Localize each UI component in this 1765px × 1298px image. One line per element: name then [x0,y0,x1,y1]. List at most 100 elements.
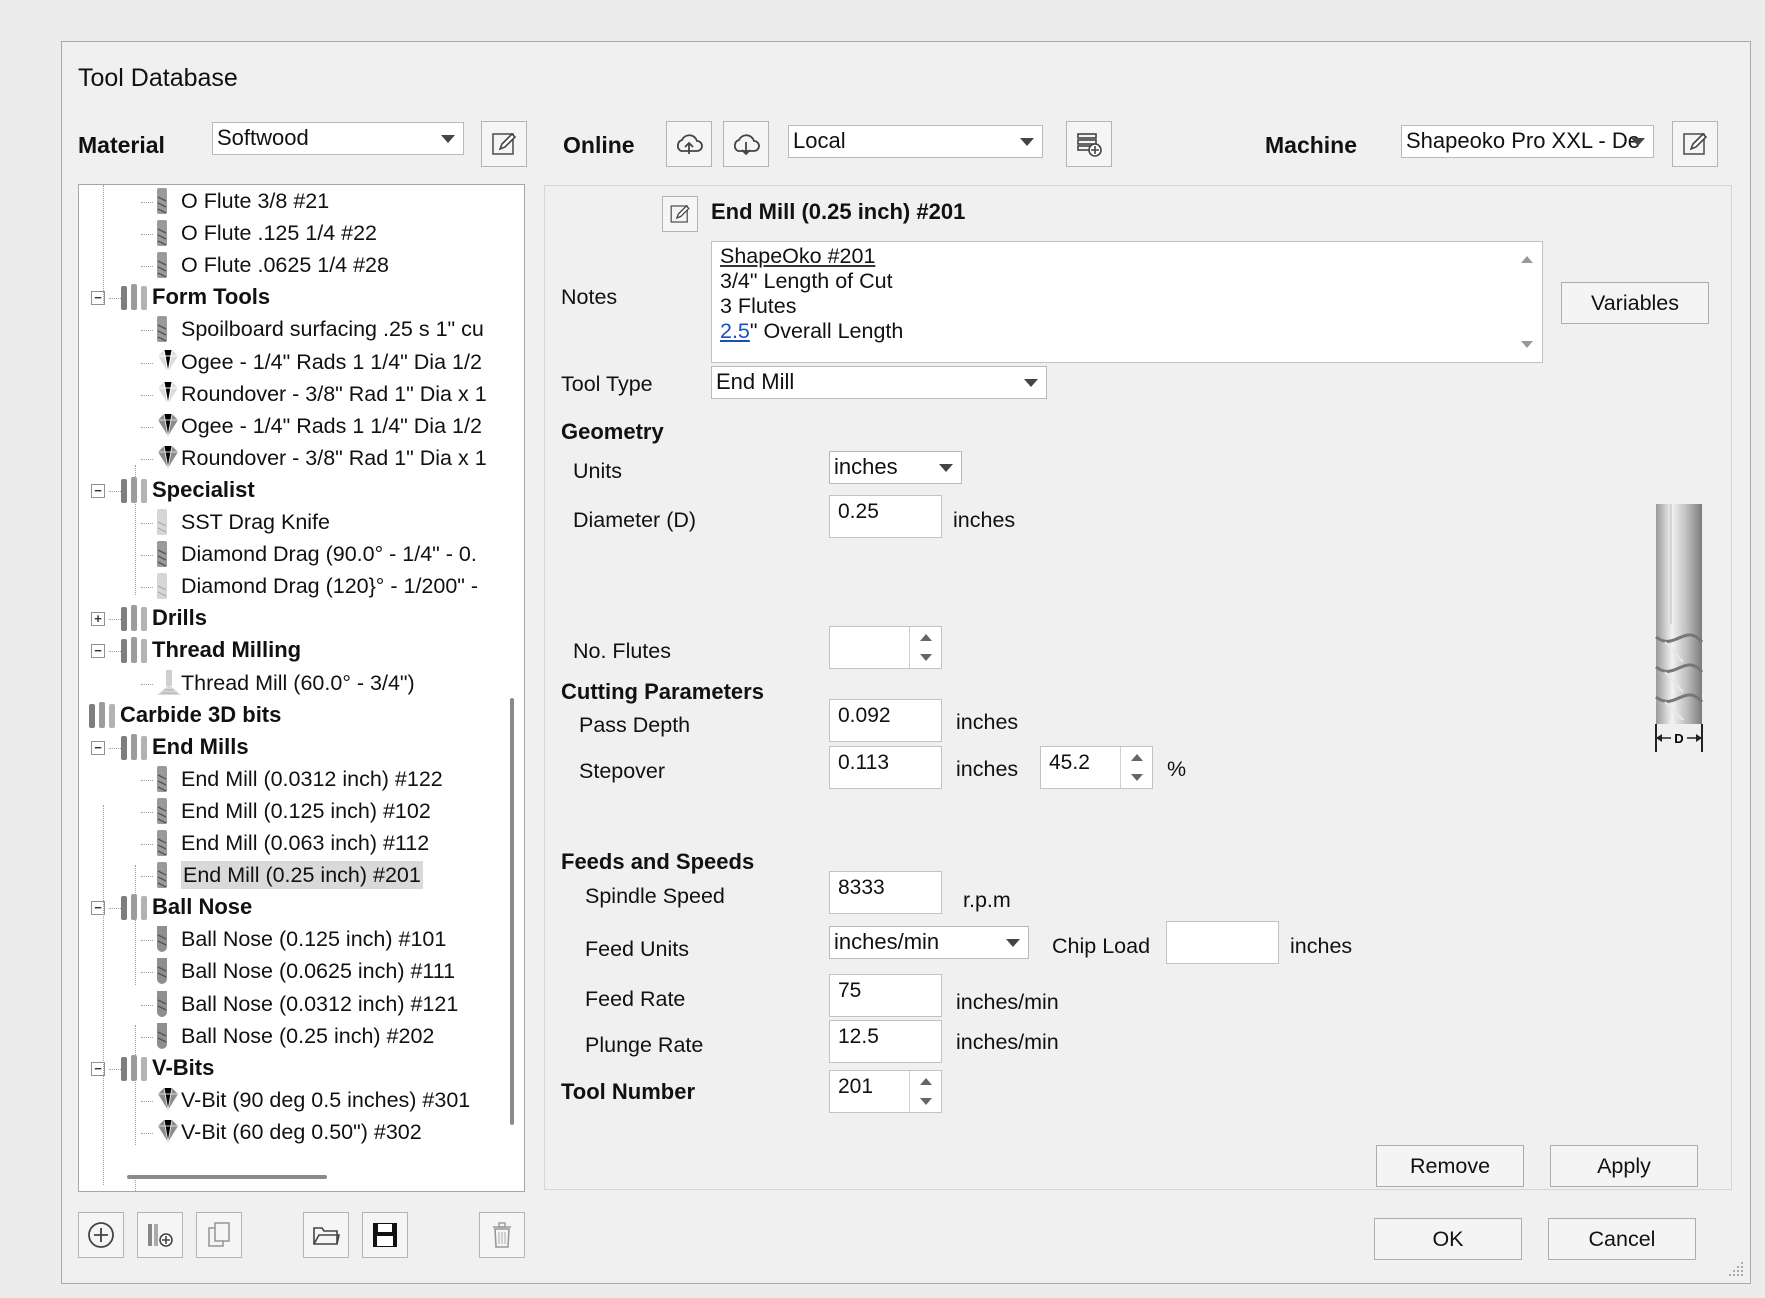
end-mill-icon [155,829,169,864]
copy-tool-button[interactable] [196,1212,242,1258]
remove-button[interactable]: Remove [1376,1145,1524,1187]
tree-item-label: V-Bit (60 deg 0.50") #302 [181,1119,422,1144]
delete-tool-button[interactable] [479,1212,525,1258]
tree-vertical-scrollbar[interactable] [510,698,514,1125]
tree-connector [141,555,153,557]
feeds-speeds-heading: Feeds and Speeds [561,849,755,874]
units-value: inches [834,454,898,479]
ball-nose-icon [155,957,169,992]
cloud-download-button[interactable] [723,121,769,167]
edit-tool-button[interactable] [662,196,698,232]
plunge-rate-label: Plunge Rate [585,1033,704,1057]
collapse-icon[interactable]: − [91,740,105,755]
add-tool-group-button[interactable] [137,1212,183,1258]
feed-units-select[interactable]: inches/min [829,926,1029,959]
spin-down-icon[interactable] [920,654,932,661]
feed-rate-unit: inches/min [956,990,1059,1014]
tree-guide-line [135,465,136,595]
spin-up-icon[interactable] [920,634,932,641]
ball-nose-icon [155,990,169,1025]
notes-textarea[interactable]: ShapeOko #201 3/4" Length of Cut 3 Flute… [711,241,1543,363]
pass-depth-input[interactable]: 0.092 [829,699,942,742]
cloud-upload-button[interactable] [666,121,712,167]
spin-up-icon[interactable] [920,1078,932,1085]
spin-down-icon[interactable] [1131,774,1143,781]
feed-rate-label: Feed Rate [585,987,686,1011]
end-mill-diagram: D [1655,504,1704,752]
tree-item-label: End Mill (0.0312 inch) #122 [181,766,443,791]
cancel-button[interactable]: Cancel [1548,1218,1696,1260]
tree-connector [141,1036,153,1038]
edit-machine-button[interactable] [1672,121,1718,167]
chevron-down-icon [441,135,455,143]
chip-load-unit: inches [1290,934,1353,958]
stepover-spin-buttons[interactable] [1120,747,1152,788]
percent-sign: % [1167,757,1187,781]
online-label: Online [563,132,635,158]
feed-rate-input[interactable]: 75 [829,974,942,1017]
tool-tree[interactable]: O Flute 3/8 #21 O Flute .125 1/4 #22 O Flu… [78,184,525,1192]
v-bit-icon [155,1118,181,1151]
tool-number-stepper[interactable]: 201 [829,1070,942,1113]
pass-depth-unit: inches [956,710,1019,734]
stepover-label: Stepover [579,759,666,783]
notes-line-3: 3 Flutes [720,294,797,318]
spin-up-icon[interactable] [1131,754,1143,761]
material-select[interactable]: Softwood [212,122,464,155]
tree-item-label: O Flute 3/8 #21 [181,189,330,213]
flutes-spin-buttons[interactable] [909,627,941,668]
tree-item-label: Ball Nose (0.125 inch) #101 [181,927,447,952]
geometry-heading: Geometry [561,419,664,444]
spin-down-icon[interactable] [920,1098,932,1105]
add-tool-button[interactable] [78,1212,124,1258]
collapse-icon[interactable]: − [91,483,105,498]
plunge-rate-input[interactable]: 12.5 [829,1020,942,1063]
save-button[interactable] [362,1212,408,1258]
location-select[interactable]: Local [788,125,1043,158]
end-mill-icon [155,861,169,896]
notes-link[interactable]: 2.5 [720,319,750,343]
tool-type-label: Tool Type [561,372,653,396]
scroll-down-icon[interactable] [1521,341,1533,348]
tree-item-label: Form Tools [152,284,271,310]
notes-line-2: 3/4" Length of Cut [720,269,893,293]
stepover-percent-stepper[interactable]: 45.2 [1040,746,1153,789]
end-mill-icon [155,765,169,800]
feed-units-label: Feed Units [585,937,689,961]
resize-grip-icon[interactable] [1727,1260,1745,1278]
flutes-stepper[interactable] [829,626,942,669]
chip-load-input[interactable] [1166,921,1279,964]
chevron-down-icon [1024,379,1038,387]
tree-connector [141,844,153,845]
tree-item-label: Thread Mill (60.0° - 3/4") [181,670,415,695]
tree-connector [141,587,153,589]
stepover-input[interactable]: 0.113 [829,746,942,789]
edit-icon [670,205,690,223]
tree-connector [141,683,153,685]
edit-material-button[interactable] [481,121,527,167]
tree-horizontal-scrollbar[interactable] [127,1175,327,1179]
notes-scrollbar[interactable] [1512,242,1542,362]
tool-type-select[interactable]: End Mill [711,366,1047,399]
diameter-input[interactable]: 0.25 [829,495,942,538]
v-bit-icon [155,1086,181,1119]
tool-number-label: Tool Number [561,1079,696,1104]
expand-icon[interactable]: + [91,612,105,627]
plus-circle-icon [88,1222,114,1248]
diameter-label: Diameter (D) [573,508,697,532]
ok-button[interactable]: OK [1374,1218,1522,1260]
tool-group-icon [119,604,151,639]
spindle-speed-input[interactable]: 8333 [829,871,942,914]
variables-button[interactable]: Variables [1561,282,1709,324]
apply-button[interactable]: Apply [1550,1145,1698,1187]
machine-select[interactable]: Shapeoko Pro XXL - De [1401,125,1654,158]
tool-number-spin-buttons[interactable] [909,1071,941,1112]
collapse-icon[interactable]: − [91,644,105,659]
tree-connector [141,426,153,428]
scroll-up-icon[interactable] [1521,256,1533,263]
units-select[interactable]: inches [829,451,962,484]
open-folder-button[interactable] [303,1212,349,1258]
database-add-button[interactable] [1066,121,1112,167]
end-mill-icon [155,797,169,832]
v-bit-icon [155,380,181,413]
